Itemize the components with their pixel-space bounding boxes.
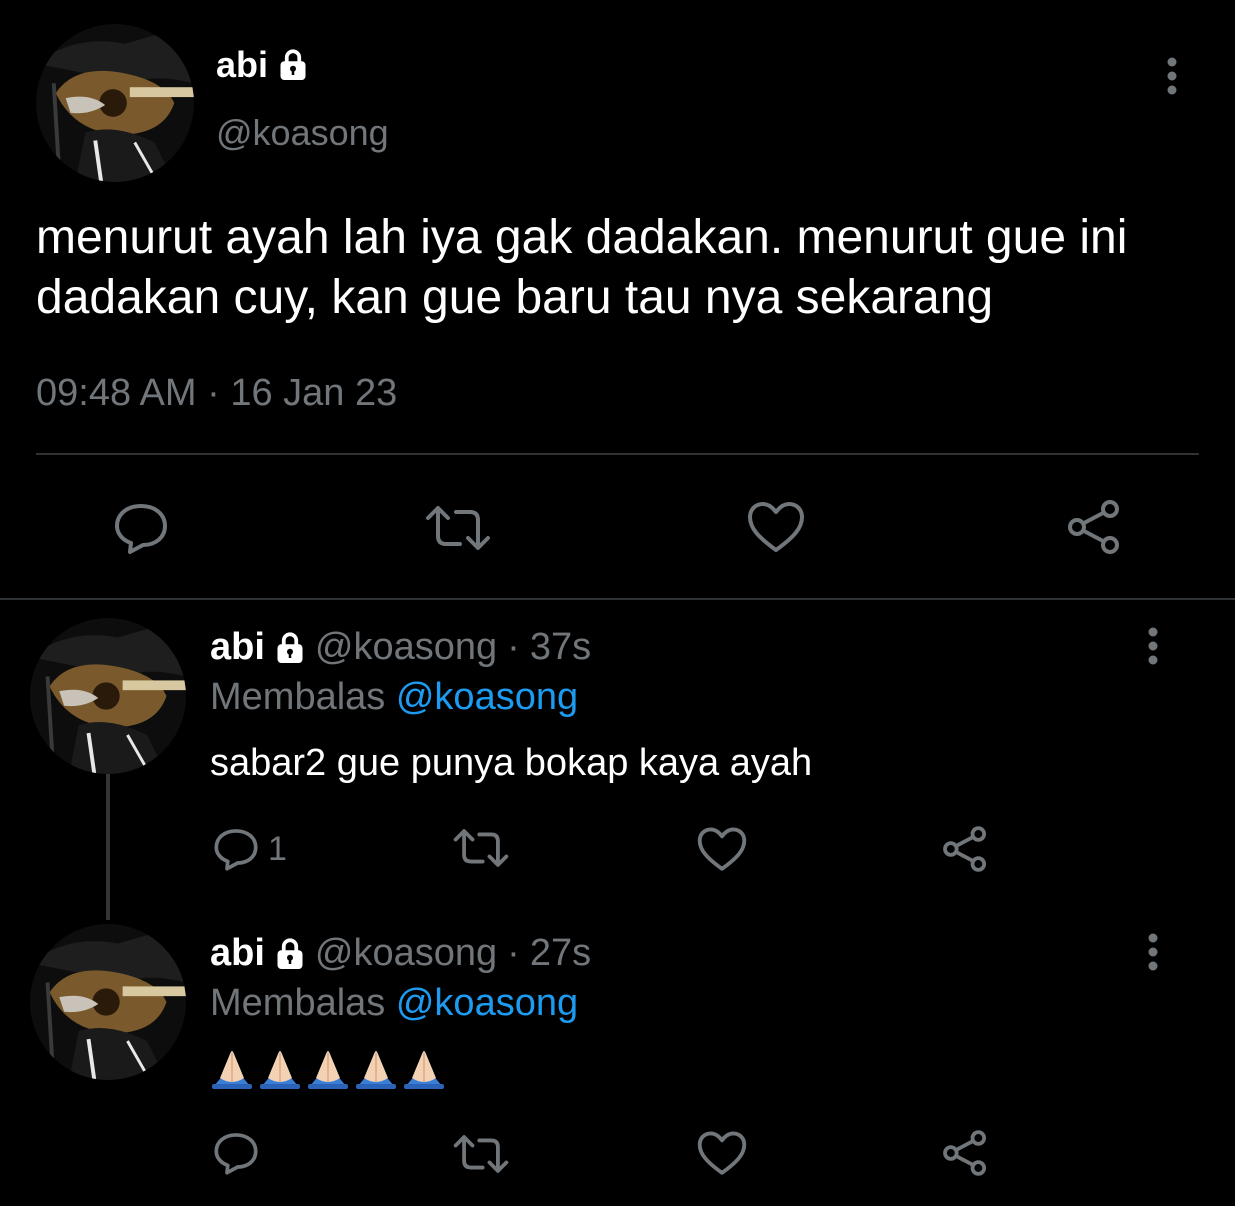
folded-hands-icon bbox=[212, 1051, 252, 1089]
reply-text: sabar2 gue punya bokap kaya ayah bbox=[210, 742, 813, 784]
retweet-icon bbox=[453, 1135, 509, 1173]
tweet-detail-page: abi @koasong menurut ayah lah iya gak da… bbox=[0, 0, 1235, 1206]
replying-to: Membalas @koasong bbox=[210, 982, 578, 1025]
avatar[interactable] bbox=[30, 924, 186, 1080]
reply-icon bbox=[214, 1133, 258, 1175]
share-icon bbox=[943, 1130, 987, 1176]
like-button[interactable] bbox=[696, 1130, 748, 1178]
folded-hands-icon bbox=[404, 1051, 444, 1089]
share-button[interactable] bbox=[940, 1128, 990, 1178]
display-name-text: abi bbox=[216, 44, 269, 85]
reply-count: 1 bbox=[268, 829, 287, 868]
display-name[interactable]: abi bbox=[216, 44, 308, 86]
mention-link[interactable]: @koasong bbox=[396, 676, 578, 718]
replying-to: Membalas @koasong bbox=[210, 676, 578, 719]
folded-hands-icon bbox=[308, 1051, 348, 1089]
tweet-text: menurut ayah lah iya gak dadakan. menuru… bbox=[36, 211, 1128, 324]
retweet-button[interactable] bbox=[424, 502, 492, 554]
retweet-icon bbox=[426, 506, 490, 550]
reply-header[interactable]: abi @koasong · 37s bbox=[210, 626, 591, 669]
lock-icon bbox=[275, 631, 305, 665]
like-button[interactable] bbox=[746, 500, 806, 556]
handle[interactable]: @koasong bbox=[315, 932, 497, 975]
folded-hands-icon bbox=[260, 1051, 300, 1089]
handle[interactable]: @koasong bbox=[216, 112, 389, 154]
more-vertical-icon[interactable] bbox=[1136, 930, 1170, 974]
replying-label: Membalas bbox=[210, 676, 386, 718]
heart-icon bbox=[697, 827, 747, 871]
thread-line bbox=[106, 774, 110, 920]
lock-icon bbox=[275, 937, 305, 971]
reply-button[interactable]: 1 bbox=[212, 826, 287, 872]
heart-icon bbox=[697, 1131, 747, 1175]
more-vertical-icon[interactable] bbox=[1152, 52, 1192, 100]
lock-icon bbox=[278, 48, 308, 82]
share-icon bbox=[943, 826, 987, 872]
section-divider bbox=[0, 598, 1235, 600]
separator: · bbox=[507, 932, 520, 974]
replying-label: Membalas bbox=[210, 982, 386, 1024]
more-vertical-icon[interactable] bbox=[1136, 624, 1170, 668]
avatar[interactable] bbox=[36, 24, 194, 182]
avatar[interactable] bbox=[30, 618, 186, 774]
reply-button[interactable] bbox=[112, 500, 170, 556]
display-name[interactable]: abi bbox=[210, 932, 265, 975]
retweet-button[interactable] bbox=[452, 826, 510, 870]
reply-time[interactable]: 27s bbox=[530, 932, 591, 975]
folded-hands-icon bbox=[356, 1051, 396, 1089]
reply-time[interactable]: 37s bbox=[530, 626, 591, 669]
reply-text bbox=[210, 1044, 446, 1090]
reply-icon bbox=[115, 504, 167, 554]
share-button[interactable] bbox=[940, 824, 990, 874]
mention-link[interactable]: @koasong bbox=[396, 982, 578, 1024]
reply-header[interactable]: abi @koasong · 27s bbox=[210, 932, 591, 975]
retweet-icon bbox=[453, 829, 509, 867]
display-name[interactable]: abi bbox=[210, 626, 265, 669]
handle[interactable]: @koasong bbox=[315, 626, 497, 669]
tweet-timestamp[interactable]: 09:48 AM · 16 Jan 23 bbox=[36, 372, 397, 415]
reply-icon bbox=[214, 829, 258, 871]
separator: · bbox=[507, 626, 520, 668]
heart-icon bbox=[748, 502, 804, 552]
like-button[interactable] bbox=[696, 826, 748, 874]
share-icon bbox=[1068, 500, 1119, 554]
retweet-button[interactable] bbox=[452, 1132, 510, 1176]
divider bbox=[36, 453, 1199, 455]
reply-button[interactable] bbox=[212, 1130, 260, 1176]
share-button[interactable] bbox=[1064, 498, 1124, 556]
